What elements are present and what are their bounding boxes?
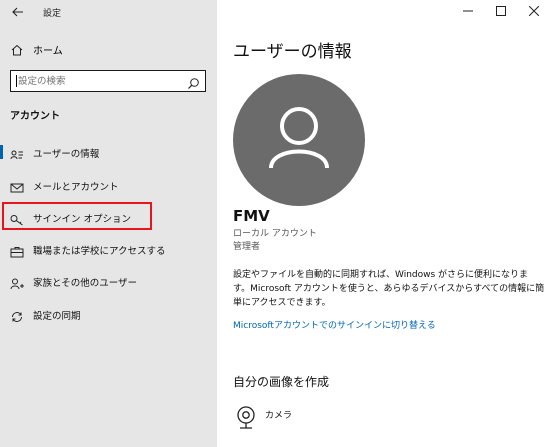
sidebar-item-label: ユーザーの情報	[33, 149, 100, 160]
window-controls	[451, 0, 550, 22]
user-card-icon	[10, 146, 24, 165]
camera-label: カメラ	[265, 411, 293, 421]
user-name: FMV	[233, 207, 270, 225]
add-person-icon	[10, 275, 24, 294]
close-button[interactable]	[517, 0, 550, 22]
search-icon[interactable]	[187, 75, 200, 94]
search-input[interactable]	[18, 73, 178, 89]
minimize-icon	[462, 10, 473, 12]
close-icon	[528, 6, 539, 16]
settings-window: 設定 ホーム アカウント	[0, 0, 550, 447]
account-type: ローカル アカウント	[233, 229, 317, 239]
search-box[interactable]	[10, 70, 206, 92]
text-caret	[16, 75, 17, 87]
create-picture-heading: 自分の画像を作成	[233, 375, 330, 389]
sidebar-item-sync-settings[interactable]: 設定の同期	[0, 301, 217, 327]
home-label: ホーム	[33, 46, 63, 57]
camera-icon	[235, 406, 257, 434]
minimize-button[interactable]	[451, 0, 484, 22]
highlight-annotation-box	[2, 202, 152, 230]
home-icon	[10, 42, 24, 61]
maximize-button[interactable]	[484, 0, 517, 22]
section-heading-accounts: アカウント	[10, 111, 60, 122]
sidebar-item-label: 家族とその他のユーザー	[33, 278, 138, 289]
user-silhouette-icon	[269, 107, 329, 169]
maximize-icon	[495, 6, 506, 16]
sidebar-item-work-school[interactable]: 職場または学校にアクセスする	[0, 236, 217, 262]
back-arrow-icon	[12, 7, 23, 17]
back-button[interactable]	[8, 2, 28, 22]
briefcase-icon	[10, 243, 24, 262]
mail-icon	[10, 179, 24, 198]
sidebar-item-email-accounts[interactable]: メールとアカウント	[0, 172, 217, 198]
sidebar: 設定 ホーム アカウント	[0, 0, 217, 447]
sidebar-item-your-info[interactable]: ユーザーの情報	[0, 139, 217, 165]
main-content: ユーザーの情報 FMV ローカル アカウント 管理者 設定やファイルを自動的に同…	[217, 0, 550, 447]
sidebar-item-family-users[interactable]: 家族とその他のユーザー	[0, 268, 217, 294]
sidebar-item-label: 職場または学校にアクセスする	[33, 246, 166, 257]
selection-indicator	[0, 145, 3, 159]
sync-description: 設定やファイルを自動的に同期すれば、Windows がさらに便利になります。Mi…	[233, 270, 545, 308]
sidebar-item-label: 設定の同期	[33, 311, 81, 322]
sidebar-item-label: メールとアカウント	[33, 182, 119, 193]
app-title: 設定	[43, 9, 62, 19]
account-role: 管理者	[233, 242, 261, 252]
home-link[interactable]: ホーム	[0, 38, 217, 60]
avatar	[233, 74, 365, 206]
page-title: ユーザーの情報	[233, 42, 352, 62]
switch-to-microsoft-account-link[interactable]: Microsoftアカウントでのサインインに切り替える	[233, 318, 436, 331]
sync-icon	[10, 308, 24, 327]
camera-option[interactable]: カメラ	[233, 404, 433, 434]
